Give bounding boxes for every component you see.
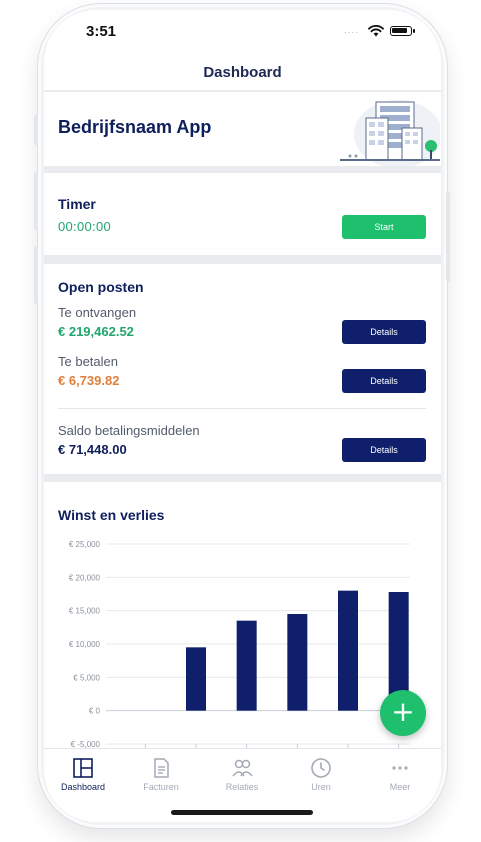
open-posten-card: Open posten Te ontvangen € 219,462.52 De… [44, 264, 441, 474]
tab-label: Relaties [225, 782, 259, 792]
battery-icon [390, 26, 415, 36]
winst-en-verlies-card: Winst en verlies € 25,000 € 20,000 € 15,00… [44, 482, 441, 782]
home-indicator [171, 810, 313, 815]
clock-icon [311, 758, 331, 778]
side-button-volume-down [34, 246, 38, 304]
chart-bar-may [287, 614, 308, 711]
status-time: 3:51 [86, 23, 117, 40]
tab-uren[interactable]: Uren [286, 757, 356, 792]
tab-label: Facturen [143, 782, 179, 792]
chart-bar-mar [186, 647, 206, 711]
te-betalen-details-button[interactable]: Details [342, 369, 426, 393]
tab-label: Dashboard [60, 782, 106, 792]
dashboard-icon [73, 758, 93, 778]
te-betalen-label: Te betalen [58, 354, 118, 369]
te-ontvangen-details-button[interactable]: Details [342, 320, 426, 344]
timer-card: Timer 00:00:00 Start [44, 173, 441, 255]
company-name: Bedrijfsnaam App [58, 117, 212, 137]
chart-y-tick-label: € 25,000 [69, 540, 101, 549]
tab-facturen[interactable]: Facturen [126, 757, 196, 792]
timer-title: Timer [58, 196, 96, 212]
side-button-power [446, 192, 450, 282]
saldo-details-button[interactable]: Details [342, 438, 426, 462]
wifi-icon [368, 25, 384, 37]
te-ontvangen-label: Te ontvangen [58, 305, 137, 320]
chart-y-tick-label: € 20,000 [69, 573, 101, 582]
side-button-silent [34, 115, 38, 145]
te-betalen-amount: € 6,739.82 [58, 373, 120, 388]
page-title: Dashboard [203, 64, 282, 81]
tab-label: Meer [389, 782, 411, 792]
office-buildings-illustration [340, 100, 440, 166]
chart-y-tick-label: € 0 [89, 707, 101, 716]
tab-relaties[interactable]: Relaties [207, 757, 277, 792]
divider [58, 408, 426, 409]
add-button[interactable]: + [380, 690, 426, 736]
cellular-signal-icon: .... [344, 25, 360, 36]
start-timer-button[interactable]: Start [342, 215, 426, 239]
chart-bar-jun [338, 590, 358, 711]
chart-bar-apr [236, 620, 257, 711]
nav-bar: Dashboard [44, 56, 441, 90]
tab-label: Uren [311, 782, 331, 792]
side-button-volume-up [34, 172, 38, 230]
tab-dashboard[interactable]: Dashboard [48, 757, 118, 792]
open-posten-title: Open posten [58, 279, 144, 295]
tab-meer[interactable]: Meer [365, 757, 435, 792]
document-icon [154, 758, 169, 778]
people-icon [232, 759, 253, 777]
chart-y-tick-label: € 15,000 [69, 607, 101, 616]
saldo-amount: € 71,448.00 [58, 442, 127, 457]
status-bar: 3:51 .... [44, 10, 441, 56]
chart-y-tick-label: € 5,000 [73, 673, 100, 682]
more-icon [392, 766, 408, 770]
winst-chart: € 25,000 € 20,000 € 15,000 € 10,000 € 5,000 €… [69, 540, 410, 760]
company-card: Bedrijfsnaam App [44, 92, 441, 166]
chart-y-tick-label: € 10,000 [69, 640, 101, 649]
timer-value: 00:00:00 [58, 219, 112, 234]
te-ontvangen-amount: € 219,462.52 [58, 324, 134, 339]
app-screen: 3:51 .... Dashboard Bedrijfsnaam App Tim… [44, 10, 441, 822]
saldo-label: Saldo betalingsmiddelen [58, 423, 200, 438]
